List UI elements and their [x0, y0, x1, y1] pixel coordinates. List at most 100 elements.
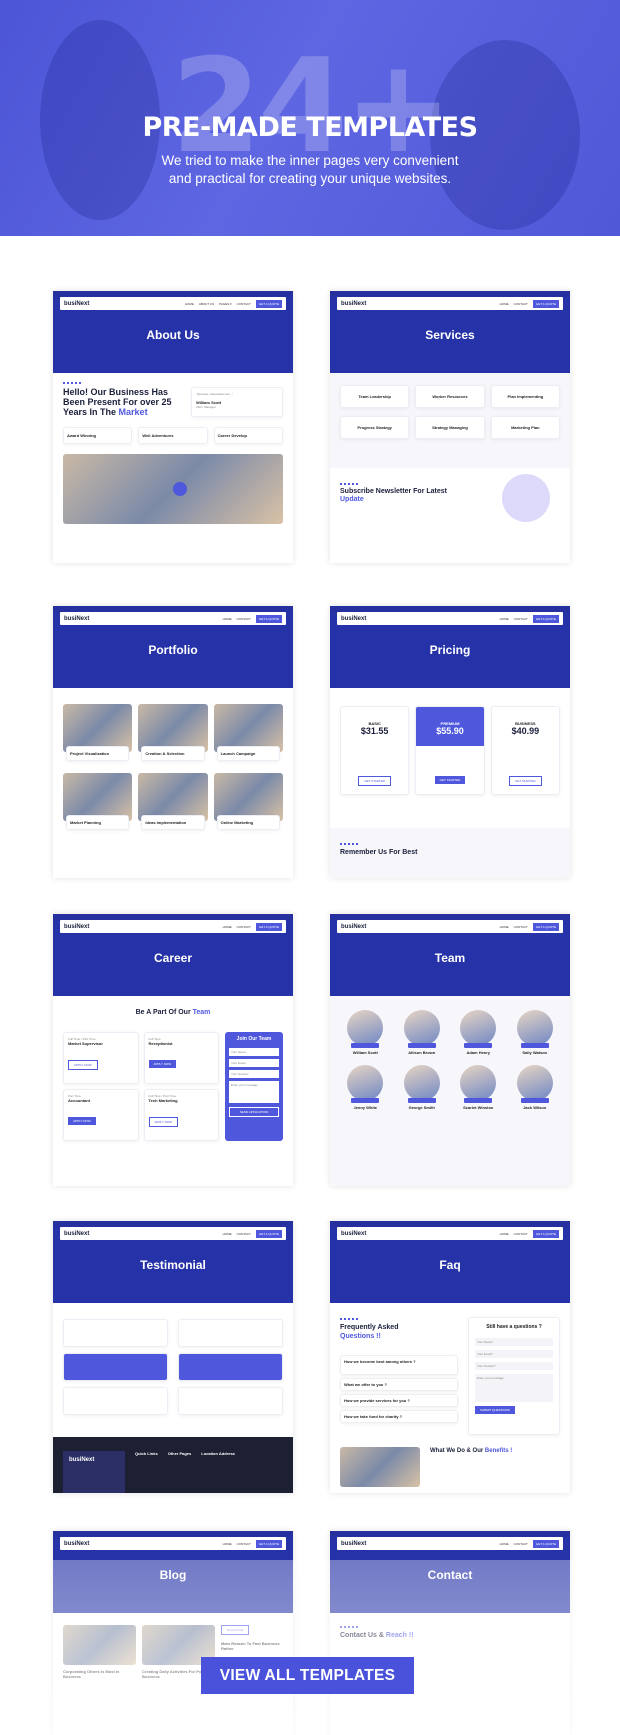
- quote-button[interactable]: GET A QUOTE: [532, 614, 559, 623]
- template-card-pricing[interactable]: busiNext HOME CONTACT GET A QUOTE Pricing B…: [330, 606, 570, 878]
- team-member: William Scott: [340, 1010, 391, 1055]
- template-card-portfolio[interactable]: busiNext HOME CONTACT GET A QUOTE Portfolio…: [53, 606, 293, 878]
- name-field[interactable]: Your Name: [229, 1048, 279, 1056]
- feature-item: Well Adventures: [138, 427, 208, 444]
- nav-item[interactable]: ABOUT US: [199, 302, 214, 306]
- nav-item[interactable]: HOME: [500, 1232, 509, 1236]
- nav-item[interactable]: CONTACT: [237, 925, 251, 929]
- logo: busiNext: [341, 1540, 367, 1547]
- faq-question[interactable]: What we offer to you ?: [340, 1378, 458, 1391]
- play-icon[interactable]: [173, 482, 187, 496]
- nav-item[interactable]: HOME: [185, 302, 194, 306]
- nav-item[interactable]: HOME: [500, 1542, 509, 1546]
- submit-button[interactable]: SUBMIT QUESTIONS: [475, 1406, 515, 1414]
- portfolio-item[interactable]: Launch Campaign: [213, 704, 283, 761]
- quote-button[interactable]: GET A QUOTE: [532, 1539, 559, 1548]
- faq-question[interactable]: How we take fund for charity ?: [340, 1410, 458, 1423]
- logo: busiNext: [64, 923, 90, 930]
- quote-button[interactable]: GET A QUOTE: [255, 1539, 282, 1548]
- nav-item[interactable]: CONTACT: [237, 1232, 251, 1236]
- quote-button[interactable]: GET A QUOTE: [255, 1229, 282, 1238]
- blog-post[interactable]: Corporating Others Is Must In Business: [63, 1625, 136, 1735]
- template-card-blog[interactable]: busiNext HOME CONTACT GET A QUOTE Blog Corp…: [53, 1531, 293, 1735]
- get-started-button[interactable]: GET STARTED: [508, 776, 542, 786]
- logo: busiNext: [341, 300, 367, 307]
- team-member: George Smith: [397, 1065, 448, 1110]
- nav-item[interactable]: CONTACT: [514, 617, 528, 621]
- social-icons[interactable]: [520, 1043, 549, 1048]
- navbar: busiNext HOME CONTACT GET A QUOTE: [337, 920, 563, 933]
- nav-item[interactable]: HOME: [223, 925, 232, 929]
- nav-item[interactable]: CONTACT: [514, 302, 528, 306]
- nav-item[interactable]: HOME: [500, 302, 509, 306]
- portfolio-item[interactable]: Project Visualization: [63, 704, 133, 761]
- quote-button[interactable]: GET A QUOTE: [255, 299, 282, 308]
- nav-item[interactable]: CONTACT: [237, 302, 251, 306]
- portfolio-item[interactable]: Market Planning: [63, 773, 133, 830]
- social-icons[interactable]: [464, 1098, 493, 1103]
- apply-button[interactable]: APPLY NOW: [68, 1117, 96, 1125]
- nav-item[interactable]: CONTACT: [237, 617, 251, 621]
- apply-button[interactable]: APPLY NOW: [68, 1060, 98, 1070]
- social-icons[interactable]: [407, 1043, 436, 1048]
- message-field[interactable]: Enter your message: [475, 1374, 553, 1402]
- footer: busiNext Quick Links Other Pages Locatio…: [53, 1437, 293, 1493]
- nav-item[interactable]: HOME: [500, 617, 509, 621]
- template-card-contact[interactable]: busiNext HOME CONTACT GET A QUOTE Contact C…: [330, 1531, 570, 1735]
- portfolio-item[interactable]: Online Marketing: [213, 773, 283, 830]
- nav-item[interactable]: HOME: [500, 925, 509, 929]
- nav-item[interactable]: CONTACT: [237, 1542, 251, 1546]
- social-icons[interactable]: [351, 1043, 380, 1048]
- send-button[interactable]: SEND APPLICATION: [229, 1107, 279, 1117]
- newsletter-heading: Subscribe Newsletter For Latest Update: [340, 488, 447, 503]
- template-card-faq[interactable]: busiNext HOME CONTACT GET A QUOTE Faq Frequ…: [330, 1221, 570, 1493]
- template-card-team[interactable]: busiNext HOME CONTACT GET A QUOTE Team Will…: [330, 914, 570, 1186]
- nav-item[interactable]: HOME: [223, 1542, 232, 1546]
- name-field[interactable]: Your Name*: [475, 1338, 553, 1346]
- get-started-button[interactable]: GET STARTED: [434, 776, 466, 784]
- email-field[interactable]: Your Email*: [475, 1350, 553, 1358]
- job-card: Part Time Accountant APPLY NOW: [63, 1089, 139, 1141]
- faq-question[interactable]: How we provide services for you ?: [340, 1394, 458, 1407]
- get-started-button[interactable]: GET STARTED: [358, 776, 391, 786]
- testimonial-item: [63, 1353, 168, 1381]
- hero-subtitle: We tried to make the inner pages very co…: [161, 153, 459, 186]
- portfolio-item[interactable]: Creation & Selection: [138, 704, 208, 761]
- social-icons[interactable]: [351, 1098, 380, 1103]
- apply-button[interactable]: APPLY NOW: [148, 1060, 177, 1068]
- quote-button[interactable]: GET A QUOTE: [532, 1229, 559, 1238]
- nav-item[interactable]: CONTACT: [514, 1232, 528, 1236]
- nav-item[interactable]: HOME: [223, 1232, 232, 1236]
- portfolio-item[interactable]: Ideas Implementation: [138, 773, 208, 830]
- social-icons[interactable]: [464, 1043, 493, 1048]
- template-card-about[interactable]: busiNext HOME ABOUT US PAGES ▾ CONTACT GET A …: [53, 291, 293, 563]
- wave-divider: [63, 381, 81, 384]
- wave-divider: [340, 842, 358, 845]
- testimonial-item: [63, 1387, 168, 1415]
- quote-button[interactable]: GET A QUOTE: [532, 299, 559, 308]
- wave-divider: [340, 1317, 358, 1320]
- template-card-career[interactable]: busiNext HOME CONTACT GET A QUOTE Career Be…: [53, 914, 293, 1186]
- view-all-templates-button[interactable]: VIEW ALL TEMPLATES: [201, 1657, 414, 1694]
- quote-button[interactable]: GET A QUOTE: [255, 614, 282, 623]
- nav-item[interactable]: PAGES ▾: [219, 302, 231, 306]
- template-card-services[interactable]: busiNext HOME CONTACT GET A QUOTE Services …: [330, 291, 570, 563]
- hero-banner: 24+ PRE-MADE TEMPLATES We tried to make …: [0, 0, 620, 236]
- apply-button[interactable]: APPLY NOW: [148, 1117, 179, 1127]
- quote-button[interactable]: GET A QUOTE: [532, 922, 559, 931]
- message-field[interactable]: Enter your message: [229, 1081, 279, 1103]
- social-icons[interactable]: [407, 1098, 436, 1103]
- template-card-testimonial[interactable]: busiNext HOME CONTACT GET A QUOTE Testimoni…: [53, 1221, 293, 1493]
- number-field[interactable]: Your Number*: [475, 1362, 553, 1370]
- social-icons[interactable]: [520, 1098, 549, 1103]
- nav-item[interactable]: HOME: [223, 617, 232, 621]
- nav-item[interactable]: CONTACT: [514, 1542, 528, 1546]
- quote-button[interactable]: GET A QUOTE: [255, 922, 282, 931]
- nav-item[interactable]: CONTACT: [514, 925, 528, 929]
- number-field[interactable]: Your Number: [229, 1070, 279, 1078]
- email-field[interactable]: Your Email: [229, 1059, 279, 1067]
- team-member: Allison Brown: [397, 1010, 448, 1055]
- faq-question[interactable]: How we become best among others ?: [340, 1355, 458, 1375]
- navbar: busiNext HOME CONTACT GET A QUOTE: [60, 612, 286, 625]
- recent-post-label: Recent Post: [221, 1625, 250, 1635]
